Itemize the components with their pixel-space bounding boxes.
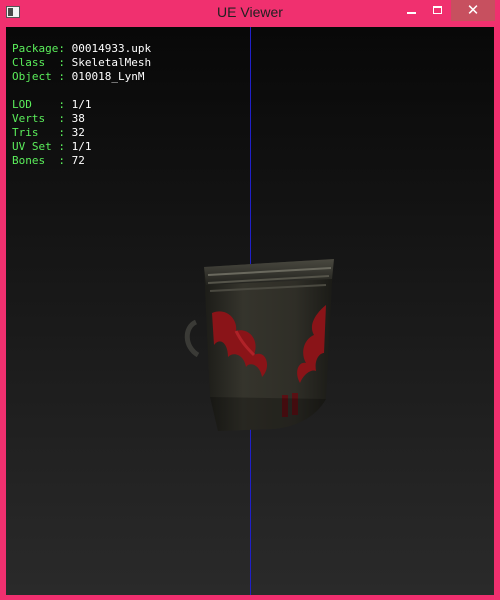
maximize-button[interactable] [425,0,451,21]
info-value: SkeletalMesh [71,56,152,69]
info-row-lod: LOD : 1/1 [12,98,151,112]
info-label: Package: [12,42,65,55]
info-value: 32 [71,126,85,139]
skeletal-mesh-render[interactable] [176,227,336,437]
3d-viewport[interactable]: Package: 00014933.upk Class : SkeletalMe… [6,27,494,595]
info-value: 1/1 [71,98,92,111]
info-row-verts: Verts : 38 [12,112,151,126]
info-row-tris: Tris : 32 [12,126,151,140]
info-label: Bones : [12,154,65,167]
info-label: UV Set : [12,140,65,153]
close-button[interactable]: ✕ [451,0,495,21]
info-value: 010018_LynM [71,70,145,83]
minimize-icon [407,12,416,14]
info-value: 1/1 [71,140,92,153]
info-value: 72 [71,154,85,167]
info-row-uvset: UV Set : 1/1 [12,140,151,154]
info-row-class: Class : SkeletalMesh [12,56,151,70]
title-bar[interactable]: UE Viewer ✕ [0,0,500,26]
minimize-button[interactable] [399,0,425,21]
info-label: LOD : [12,98,65,111]
info-label: Tris : [12,126,65,139]
info-row-object: Object : 010018_LynM [12,70,151,84]
info-label: Class : [12,56,65,69]
info-label: Object : [12,70,65,83]
close-icon: ✕ [466,1,480,19]
info-value: 00014933.upk [71,42,152,55]
info-row-package: Package: 00014933.upk [12,42,151,56]
mesh-info-overlay: Package: 00014933.upk Class : SkeletalMe… [12,42,151,168]
maximize-icon [433,6,442,14]
app-window: UE Viewer ✕ Package: 00014933.upk Class … [0,0,500,600]
info-value: 38 [71,112,85,125]
info-row-bones: Bones : 72 [12,154,151,168]
info-label: Verts : [12,112,65,125]
